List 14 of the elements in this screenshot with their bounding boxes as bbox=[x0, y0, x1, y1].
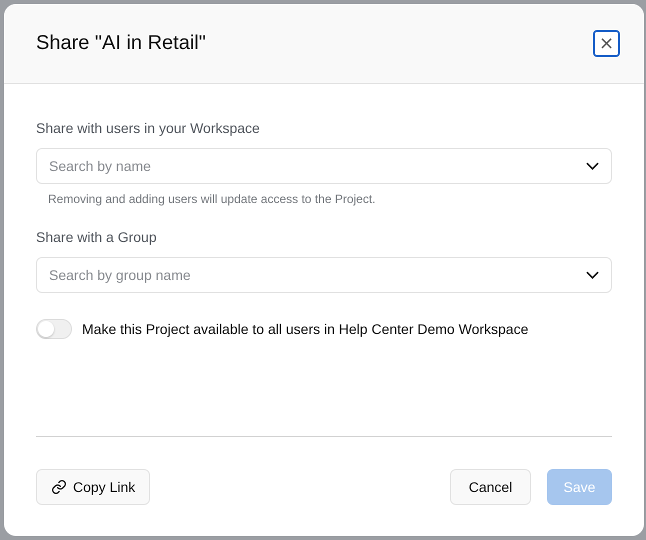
cancel-button[interactable]: Cancel bbox=[450, 469, 531, 505]
close-button[interactable]: × bbox=[593, 30, 620, 57]
chevron-down-icon bbox=[586, 271, 599, 279]
link-icon bbox=[51, 479, 67, 495]
toggle-label: Make this Project available to all users in Help Center Demo Workspace bbox=[82, 321, 528, 337]
group-search-field[interactable]: Search by group name bbox=[36, 257, 612, 293]
field-label: Share with users in your Workspace bbox=[36, 120, 261, 137]
field-label: Share with a Group bbox=[36, 229, 158, 246]
copy-link-button[interactable]: Copy Link bbox=[36, 469, 150, 505]
toggle-switch[interactable] bbox=[36, 319, 72, 339]
dialog-title: Share "AI in Retail" bbox=[36, 32, 206, 55]
user-search-field[interactable]: Search by name bbox=[36, 148, 612, 184]
helper-text: Removing and adding users will update access to the Project. bbox=[48, 192, 377, 207]
chevron-down-icon bbox=[586, 162, 599, 170]
